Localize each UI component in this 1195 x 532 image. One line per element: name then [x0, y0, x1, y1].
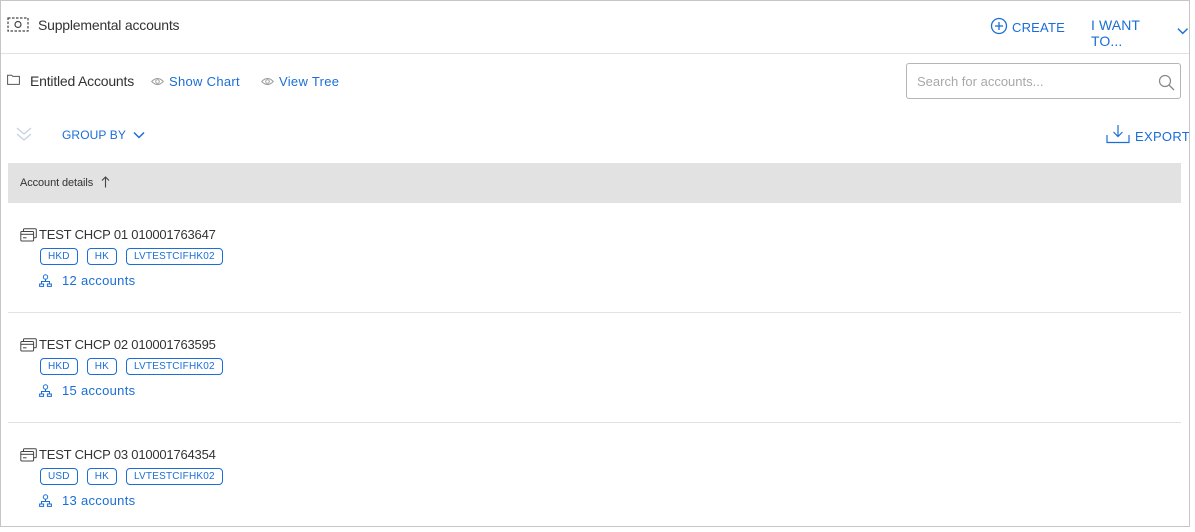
eye-icon	[151, 78, 164, 85]
create-button[interactable]: CREATE	[990, 17, 1065, 35]
view-tree-label: View Tree	[279, 74, 340, 89]
plus-circle-icon	[990, 17, 1008, 35]
panel-header: Supplemental accounts CREATE I WANT TO..…	[1, 1, 1189, 54]
currency-tag: HKD	[40, 248, 78, 265]
hierarchy-icon	[39, 384, 52, 397]
table-row[interactable]: TEST CHCP 01 010001763647 HKD HK LVTESTC…	[8, 203, 1181, 313]
tag-list: HKD HK LVTESTCIFHK02	[40, 248, 232, 265]
currency-tag: USD	[40, 468, 78, 485]
account-card-icon	[20, 448, 37, 462]
eye-icon	[261, 78, 274, 85]
export-button[interactable]: EXPORT	[1106, 124, 1190, 144]
folder-icon	[7, 74, 20, 85]
country-tag: HK	[86, 468, 118, 485]
page-title: Supplemental accounts	[38, 17, 180, 33]
sort-ascending-icon[interactable]	[101, 176, 110, 188]
show-chart-link[interactable]: Show Chart	[151, 74, 240, 89]
download-icon	[1106, 125, 1130, 144]
tag-list: HKD HK LVTESTCIFHK02	[40, 358, 232, 375]
group-by-label: GROUP BY	[62, 128, 126, 142]
i-want-to-menu[interactable]: I WANT TO...	[1091, 17, 1189, 49]
account-card-icon	[20, 338, 37, 352]
account-name: TEST CHCP 03 010001764354	[39, 447, 216, 462]
supplemental-accounts-panel: Supplemental accounts CREATE I WANT TO..…	[0, 0, 1190, 527]
tag-list: USD HK LVTESTCIFHK02	[40, 468, 232, 485]
group-by-button[interactable]: GROUP BY	[62, 128, 145, 142]
chevron-down-icon	[133, 131, 145, 139]
view-tree-link[interactable]: View Tree	[261, 74, 339, 89]
dashed-card-icon	[7, 17, 29, 32]
table-row[interactable]: TEST CHCP 02 010001763595 HKD HK LVTESTC…	[8, 313, 1181, 423]
account-name: TEST CHCP 01 010001763647	[39, 227, 216, 242]
account-card-icon	[20, 228, 37, 242]
i-want-to-label: I WANT TO...	[1091, 17, 1140, 49]
export-label: EXPORT	[1135, 129, 1190, 144]
accounts-count: 13 accounts	[62, 493, 136, 508]
cif-tag: LVTESTCIFHK02	[126, 248, 223, 265]
account-details-column-header[interactable]: Account details	[20, 177, 93, 189]
chevron-down-icon	[1177, 28, 1189, 35]
accounts-link[interactable]: 13 accounts	[39, 493, 135, 508]
entitled-accounts-title: Entitled Accounts	[30, 73, 134, 89]
accounts-count: 12 accounts	[62, 273, 136, 288]
table-header: Account details	[8, 163, 1181, 203]
create-label: CREATE	[1012, 19, 1065, 35]
accounts-count: 15 accounts	[62, 383, 136, 398]
country-tag: HK	[86, 358, 118, 375]
hierarchy-icon	[39, 494, 52, 507]
account-name: TEST CHCP 02 010001763595	[39, 337, 216, 352]
country-tag: HK	[86, 248, 118, 265]
accounts-link[interactable]: 12 accounts	[39, 273, 135, 288]
accounts-link[interactable]: 15 accounts	[39, 383, 135, 398]
double-chevron-icon[interactable]	[15, 126, 33, 142]
currency-tag: HKD	[40, 358, 78, 375]
search-input[interactable]	[917, 72, 1147, 90]
cif-tag: LVTESTCIFHK02	[126, 358, 223, 375]
hierarchy-icon	[39, 274, 52, 287]
search-box	[906, 63, 1181, 99]
table-row[interactable]: TEST CHCP 03 010001764354 USD HK LVTESTC…	[8, 423, 1181, 526]
cif-tag: LVTESTCIFHK02	[126, 468, 223, 485]
search-icon[interactable]	[1158, 74, 1175, 91]
show-chart-label: Show Chart	[169, 74, 240, 89]
